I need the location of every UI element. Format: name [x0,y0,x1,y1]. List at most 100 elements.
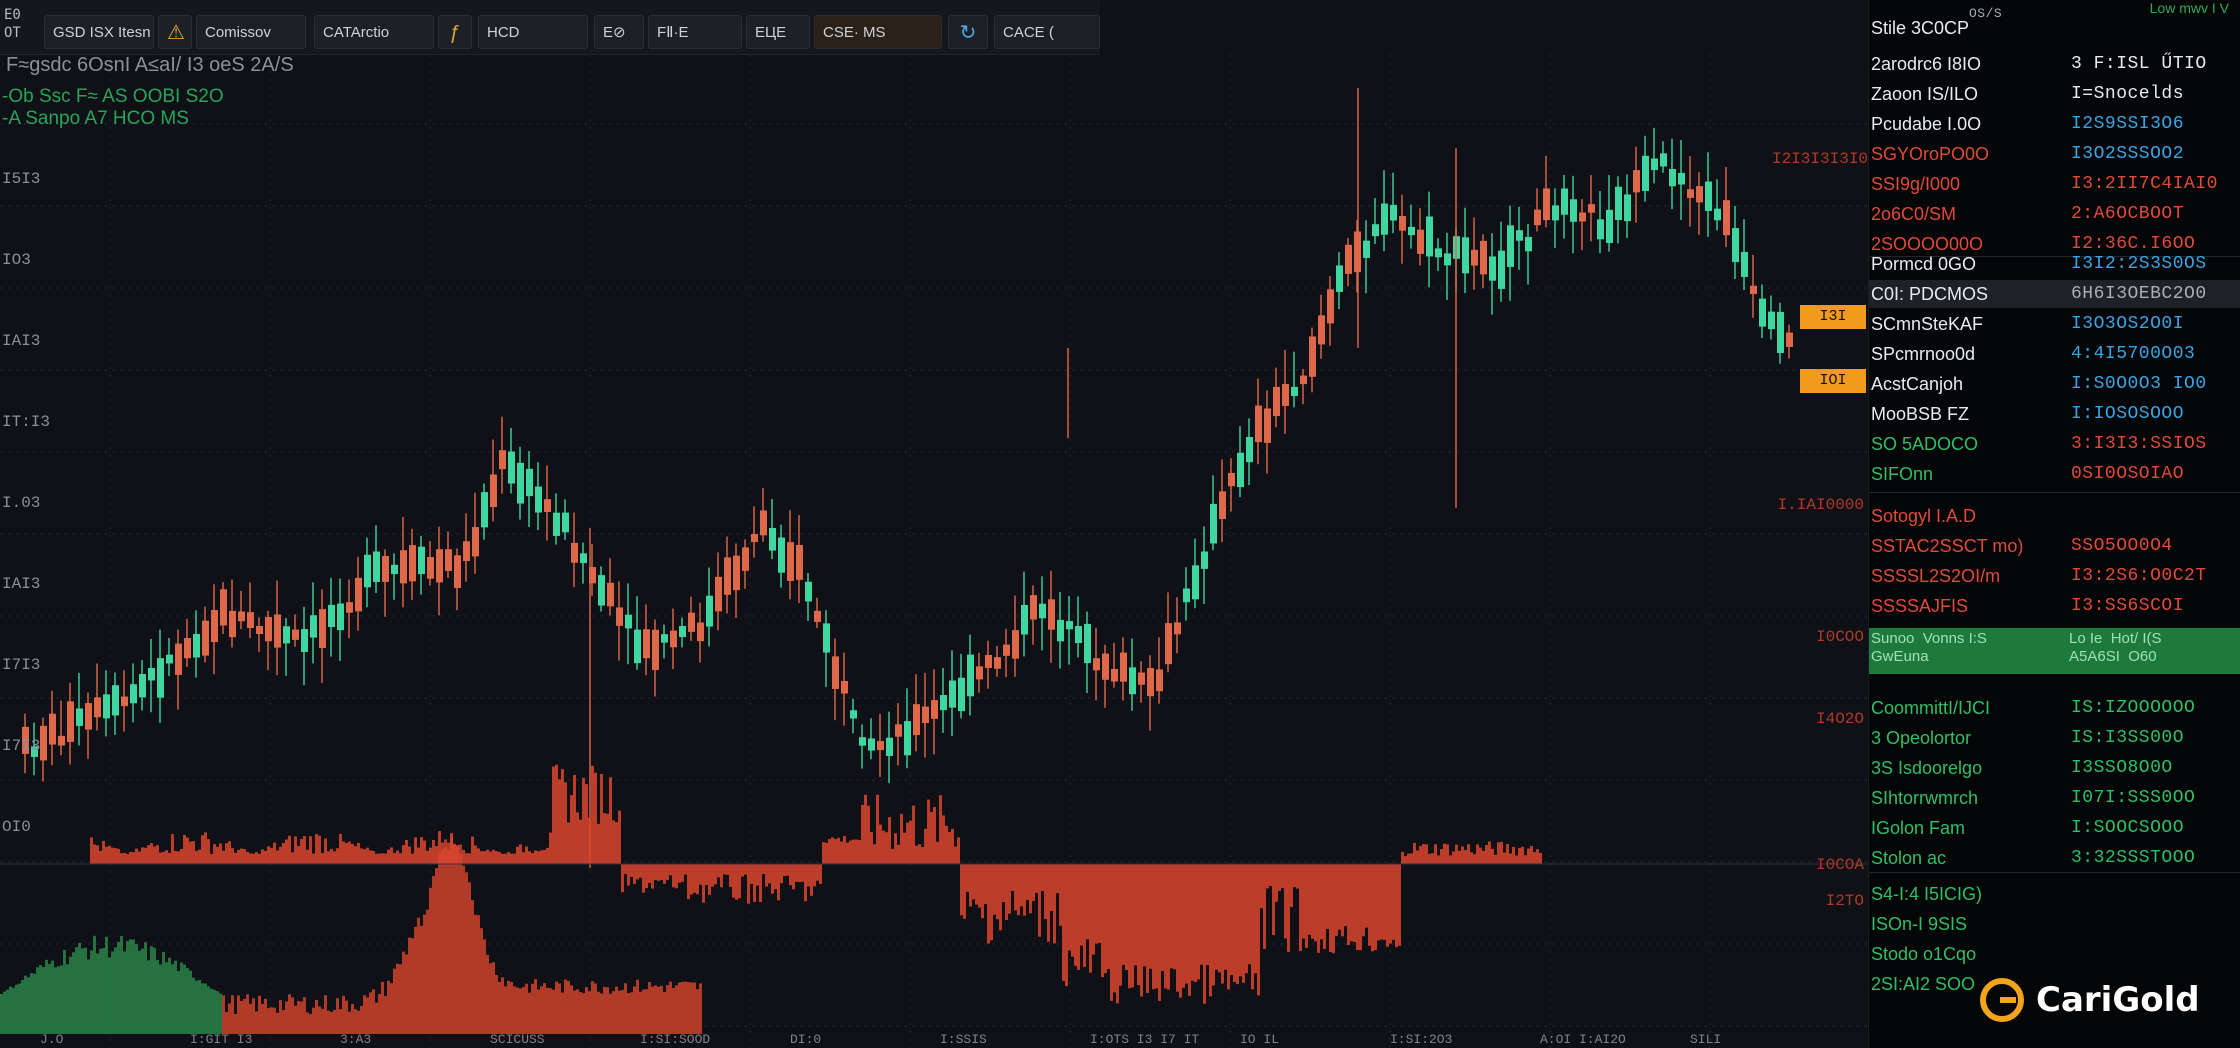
watchlist-row[interactable]: C0I: PDCMOS 6H6I3OEBC2O0 [1869,280,2240,308]
volume-bar [1464,850,1467,864]
watchlist-row[interactable]: Zaoon IS/ILO I=Snocelds [1869,80,2240,108]
oscillator-bar [195,980,198,1034]
refresh-button[interactable]: ↻ [948,15,988,49]
volume-bar [1437,855,1440,864]
watchlist-row-label: SSI9g/I000 [1871,174,1961,194]
watchlist-row[interactable]: SGYOroPO0O I3O2SSSOO2 [1869,140,2240,168]
watchlist-row[interactable]: CoommittI/IJCI IS:IZOOOOOO [1869,694,2240,722]
volume-bar [1212,864,1215,986]
oscillator-bar [396,963,399,1034]
watchlist-row[interactable]: Stolon ac 3:32SSSTOOO [1869,844,2240,872]
candle-body [661,634,668,643]
watchlist-row-value: I:S0O0O3 IO0 [2071,374,2207,394]
volume-bar [468,853,471,864]
candle-body [184,637,191,659]
watchlist-row[interactable]: SO 5ADOCO 3:I3I3:SSIOS [1869,430,2240,458]
volume-bar [1194,864,1197,983]
candle-body [130,684,137,704]
oscillator-bar [63,950,66,1034]
layout-button[interactable]: FⅡ·E [648,15,742,49]
volume-histogram [90,764,1542,1004]
oscillator-bar [144,942,147,1034]
watchlist-row[interactable]: Sotogyl I.A.D [1869,502,2240,530]
watchlist-row[interactable]: SCmnSteKAF I3O3OS2O0I [1869,310,2240,338]
symbol-search-button[interactable]: GSD ISX Itesn [44,15,154,49]
volume-bar [162,851,165,864]
watchlist-row[interactable]: SSI9g/I000 I3:2II7C4IAI0 [1869,170,2240,198]
volume-bar [537,851,540,864]
watchlist-row[interactable]: SSSSAJFIS I3:SS6SCOI [1869,592,2240,620]
timeframe-button[interactable]: CATArctio [314,15,434,49]
watchlist-row[interactable]: 2o6C0/SM 2:A6OCBOOT [1869,200,2240,228]
candle-body [1309,336,1316,377]
watchlist-row[interactable]: IGolon Fam I:SOOCSOOO [1869,814,2240,842]
volume-bar [1353,864,1356,943]
volume-bar [1515,855,1518,864]
watchlist-row[interactable]: Pcudabe I.0O I2S9SSI3O6 [1869,110,2240,138]
replay-button[interactable]: CSE· MS [814,15,942,49]
candle-body [1507,225,1514,267]
watchlist-row[interactable]: SPcmrnoo0d 4:4I5700O03 [1869,340,2240,368]
volume-bar [390,847,393,864]
volume-bar [663,864,666,884]
oscillator-bar [42,967,45,1034]
watchlist-row[interactable]: 3 Opeolortor IS:I3SS00O [1869,724,2240,752]
volume-bar [954,846,957,864]
watchlist-row-value: 3:32SSSTOOO [2071,848,2196,868]
compare-button[interactable]: Comissov [196,15,306,49]
volume-bar [861,804,864,864]
volume-bar [1218,864,1221,973]
watchlist-row-value: SSO5OO0O4 [2071,536,2173,556]
oscillator-bar [696,989,699,1034]
oscillator-bar [96,953,99,1034]
watchlist-row-value: 4:4I5700O03 [2071,344,2196,364]
oscillator-bar [471,900,474,1034]
price-chart[interactable] [0,54,1868,1048]
oscillator-bar [411,938,414,1034]
candlestick-chart[interactable] [0,54,1868,1048]
candle-body [598,575,605,606]
volume-bar [912,805,915,864]
settings-button[interactable]: ЕЦЕ [746,15,810,49]
watchlist-row[interactable]: SSTAC2SSCT mo) SSO5OO0O4 [1869,532,2240,560]
candle-body [1147,668,1154,697]
watchlist-row[interactable]: S4-I:4 I5ICIG) [1869,880,2240,908]
legend-indicator-1[interactable]: -Ob Ssc F≈ AS OOBI S2O [2,86,224,108]
watchlist-row[interactable]: Stodo o1Cqo [1869,940,2240,968]
watchlist-row[interactable]: SIhtorrwmrch I07I:SSS0OO [1869,784,2240,812]
volume-bar [219,843,222,864]
more-button[interactable]: CACE ( [994,15,1100,49]
volume-bar [1125,864,1128,971]
oscillator-bar [264,998,267,1034]
template-button[interactable]: Ε⊘ [594,15,644,49]
candle-body [49,713,56,745]
candle-body [400,550,407,584]
volume-bar [1230,864,1233,976]
chart-type-button[interactable]: HCD [478,15,588,49]
watchlist-row[interactable]: SSSSL2S2OI/m I3:2S6:O0C2T [1869,562,2240,590]
watchlist-row[interactable]: 3S Isdoorelgo I3SSO8O0O [1869,754,2240,782]
watchlist-row[interactable]: ISOn-I 9SIS [1869,910,2240,938]
highlighted-row[interactable]: Sunoo Vonns I:S GwEuna Lo Ie Hot/ I(S A5… [1869,628,2240,674]
watchlist-row[interactable]: SIFOnn 0SI0OSOIAO [1869,460,2240,488]
oscillator-bar [528,992,531,1034]
volume-bar [1320,864,1323,940]
watchlist-row[interactable]: 2arodrc6 I8IO 3 F:ISL ŰTIO [1869,50,2240,78]
indicators-button[interactable]: ƒ [438,15,472,49]
oscillator-bar [534,979,537,1034]
volume-bar [804,864,807,902]
watchlist-row[interactable]: AcstCanjoh I:S0O0O3 IO0 [1869,370,2240,398]
volume-bar [1014,864,1017,911]
oscillator-bar [576,989,579,1034]
oscillator-bar [72,952,75,1034]
watchlist-row[interactable]: Pormcd 0GO I3I2:2S3S0OS [1869,250,2240,278]
alert-button[interactable]: ⚠ [158,15,192,49]
volume-bar [939,795,942,864]
candle-body [175,643,182,675]
watchlist-row[interactable]: MooBSB FZ I:IOSOSOOO [1869,400,2240,428]
volume-bar [207,839,210,864]
legend-indicator-2[interactable]: -A Sanpo A7 HCO MS [2,108,189,130]
volume-bar [297,845,300,864]
candle-body [1705,181,1712,211]
volume-bar [753,864,756,902]
